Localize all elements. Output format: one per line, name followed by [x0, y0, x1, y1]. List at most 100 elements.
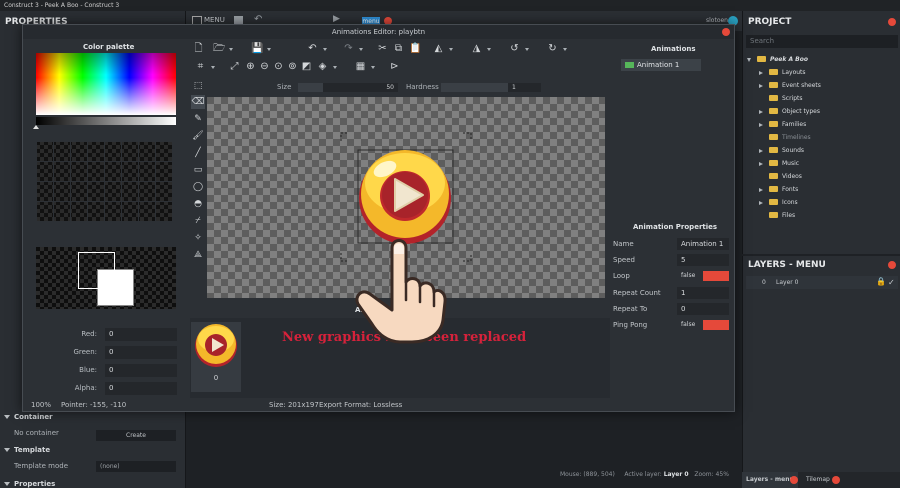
tree-folder-event-sheets[interactable]: Event sheets: [759, 80, 821, 92]
repeat-count-input[interactable]: 1: [677, 287, 729, 299]
toggle-switch[interactable]: [703, 320, 729, 330]
tab-close-icon[interactable]: [790, 476, 798, 484]
tree-folder-music[interactable]: Music: [759, 158, 799, 170]
expand-icon[interactable]: [759, 162, 763, 166]
tree-folder-families[interactable]: Families: [759, 119, 806, 131]
chevron-down-icon[interactable]: [371, 66, 375, 69]
layers-icon[interactable]: ◈: [317, 61, 328, 72]
brush-icon[interactable]: 🖌: [191, 129, 205, 143]
template-mode-select[interactable]: (none): [96, 461, 176, 472]
paste-icon[interactable]: 📋: [409, 43, 421, 54]
project-root[interactable]: Peek A Boo: [747, 54, 808, 66]
expand-icon[interactable]: [759, 149, 763, 153]
line-icon[interactable]: ╱: [191, 146, 205, 160]
redo-icon[interactable]: ↷: [343, 43, 354, 54]
container-create-button[interactable]: Create: [96, 430, 176, 441]
zoom-in-icon[interactable]: ⊕: [245, 61, 256, 72]
project-search-input[interactable]: Search: [746, 35, 898, 48]
expand-icon[interactable]: [747, 58, 751, 62]
flip-vertical-icon[interactable]: ◮: [471, 43, 482, 54]
chevron-down-icon[interactable]: [359, 48, 363, 51]
tree-folder-timelines[interactable]: Timelines: [769, 132, 811, 144]
speed-input[interactable]: 5: [677, 254, 729, 266]
crop-icon[interactable]: ⌗: [195, 61, 206, 72]
zoom-out-icon[interactable]: ⊖: [259, 61, 270, 72]
tree-folder-icons[interactable]: Icons: [759, 197, 798, 209]
expand-icon[interactable]: [759, 71, 763, 75]
tree-folder-sounds[interactable]: Sounds: [759, 145, 804, 157]
chevron-down-icon[interactable]: [563, 48, 567, 51]
origin-point-icon[interactable]: ✧: [191, 231, 205, 245]
visible-check-icon[interactable]: ✓: [888, 276, 895, 289]
chevron-down-icon[interactable]: [323, 48, 327, 51]
expand-icon[interactable]: [759, 110, 763, 114]
template-section[interactable]: Template: [0, 442, 186, 458]
dialog-close-icon[interactable]: [722, 28, 730, 36]
red-input[interactable]: 0: [105, 328, 177, 341]
project-close-icon[interactable]: [888, 18, 896, 26]
green-input[interactable]: 0: [105, 346, 177, 359]
chevron-down-icon[interactable]: [229, 48, 233, 51]
ellipse-icon[interactable]: ◯: [191, 180, 205, 194]
tree-folder-videos[interactable]: Videos: [769, 171, 802, 183]
chevron-down-icon[interactable]: [211, 66, 215, 69]
toggle-switch[interactable]: [703, 271, 729, 281]
copy-icon[interactable]: ⧉: [393, 43, 404, 54]
loop-toggle[interactable]: false: [677, 271, 729, 281]
tree-folder-object-types[interactable]: Object types: [759, 106, 820, 118]
new-file-icon[interactable]: 🗋: [193, 43, 204, 54]
tree-folder-scripts[interactable]: Scripts: [769, 93, 803, 105]
menu-button[interactable]: MENU: [204, 16, 225, 24]
chevron-down-icon[interactable]: [267, 48, 271, 51]
tree-folder-fonts[interactable]: Fonts: [759, 184, 798, 196]
pencil-icon[interactable]: ✎: [191, 112, 205, 126]
undo-icon[interactable]: ↶: [307, 43, 318, 54]
flip-horizontal-icon[interactable]: ◭: [433, 43, 444, 54]
rectangle-icon[interactable]: ▭: [191, 163, 205, 177]
tab-close-icon[interactable]: [832, 476, 840, 484]
lock-icon[interactable]: 🔒: [876, 275, 886, 288]
layer-row[interactable]: 0 Layer 0 🔒 ✓: [746, 276, 898, 289]
open-folder-icon[interactable]: 🗁: [213, 43, 225, 54]
tree-folder-files[interactable]: Files: [769, 210, 795, 222]
expand-icon[interactable]: [759, 84, 763, 88]
user-name[interactable]: slotoen: [706, 17, 728, 24]
rectangle-select-icon[interactable]: ⬚: [191, 79, 205, 93]
grid-icon[interactable]: ▦: [355, 61, 366, 72]
collision-polygon-icon[interactable]: ⟁: [191, 248, 205, 262]
chevron-down-icon[interactable]: [487, 48, 491, 51]
rotate-right-icon[interactable]: ↻: [547, 43, 558, 54]
zoom-reset-icon[interactable]: ⊙: [273, 61, 284, 72]
resize-icon[interactable]: ⤢: [229, 61, 240, 72]
tree-folder-layouts[interactable]: Layouts: [759, 67, 806, 79]
frame-thumbnail[interactable]: 0: [191, 322, 241, 392]
size-value[interactable]: 50: [323, 83, 398, 92]
blue-input[interactable]: 0: [105, 364, 177, 377]
hardness-value[interactable]: 1: [508, 83, 541, 92]
tab-tilemap[interactable]: Tilemap: [802, 472, 834, 488]
play-icon[interactable]: ▶: [333, 14, 340, 24]
expand-icon[interactable]: [759, 188, 763, 192]
name-input[interactable]: Animation 1: [677, 238, 729, 250]
properties-section[interactable]: Properties: [0, 476, 186, 488]
fill-bucket-icon[interactable]: ◓: [191, 197, 205, 211]
zoom-fit-icon[interactable]: ⊚: [287, 61, 298, 72]
chevron-down-icon[interactable]: [449, 48, 453, 51]
grayscale-ramp[interactable]: [36, 117, 176, 125]
rotate-left-icon[interactable]: ↺: [509, 43, 520, 54]
alpha-input[interactable]: 0: [105, 382, 177, 395]
cut-icon[interactable]: ✂: [377, 43, 388, 54]
repeat-to-input[interactable]: 0: [677, 303, 729, 315]
save-icon[interactable]: 💾: [251, 43, 263, 54]
ramp-marker-icon[interactable]: [33, 125, 39, 129]
color-spectrum[interactable]: [36, 53, 176, 115]
animation-list-item[interactable]: Animation 1: [621, 59, 701, 71]
color-picker-icon[interactable]: ⌿: [191, 214, 205, 228]
ping-pong-toggle[interactable]: false: [677, 320, 729, 330]
eraser-icon[interactable]: ⌫: [191, 95, 205, 109]
layers-close-icon[interactable]: [888, 261, 896, 269]
foreground-color-swatch[interactable]: [78, 252, 115, 289]
preview-play-icon[interactable]: ⊳: [389, 61, 400, 72]
chevron-down-icon[interactable]: [525, 48, 529, 51]
fill-background-icon[interactable]: ◩: [301, 61, 312, 72]
